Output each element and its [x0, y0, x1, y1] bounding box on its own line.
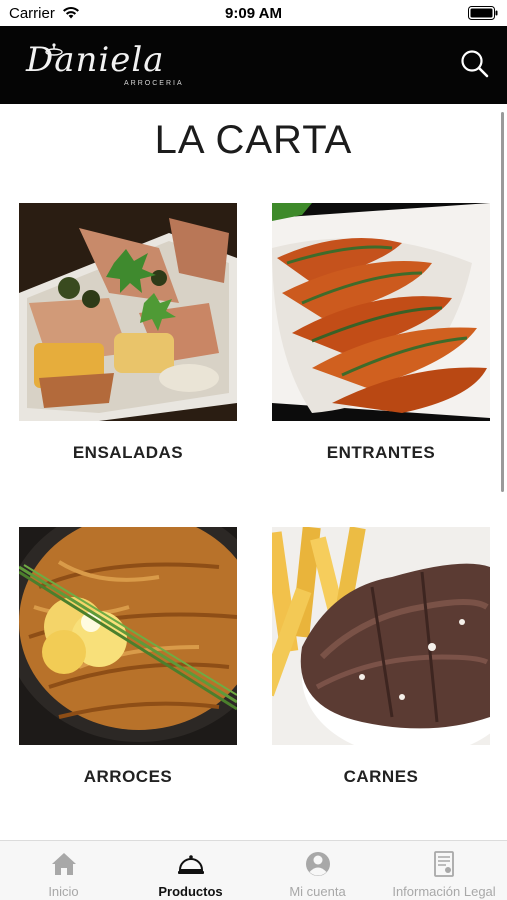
logo-subtitle: ARROCERIA — [124, 80, 184, 87]
cloche-icon — [177, 855, 204, 874]
home-icon — [51, 853, 76, 875]
tab-informacion-legal[interactable]: Información Legal — [381, 841, 507, 900]
tab-label: Productos — [158, 884, 223, 899]
category-label-ensaladas: ENSALADAS — [72, 443, 184, 462]
tab-mi-cuenta[interactable]: Mi cuenta — [254, 841, 381, 900]
tab-inicio[interactable]: Inicio — [0, 841, 127, 900]
logo-script: Daniela — [26, 40, 165, 80]
category-card-carnes[interactable]: CARNES — [272, 527, 490, 817]
category-card-ensaladas[interactable]: ENSALADAS — [19, 203, 237, 493]
scroll-indicator[interactable] — [501, 112, 504, 492]
salad-photo — [19, 203, 237, 421]
tab-label: Mi cuenta — [289, 884, 346, 899]
menu-content[interactable]: LA CARTA ENSALADAS ENTRANTES ARROCES CAR… — [0, 104, 507, 840]
legal-document-icon — [434, 851, 454, 877]
tab-productos[interactable]: Productos — [127, 841, 254, 900]
category-card-entrantes[interactable]: ENTRANTES — [272, 203, 490, 493]
status-bar: Carrier 9:09 AM — [0, 0, 507, 26]
steak-photo — [272, 527, 490, 745]
account-icon — [305, 852, 330, 876]
page-title: LA CARTA — [154, 118, 353, 162]
category-label-arroces: ARROCES — [83, 767, 173, 786]
category-label-carnes: CARNES — [343, 767, 419, 786]
category-card-arroces[interactable]: ARROCES — [19, 527, 237, 817]
paella-photo — [19, 527, 237, 745]
tab-label: Información Legal — [392, 884, 496, 899]
brand-logo[interactable]: Daniela ARROCERIA — [26, 38, 196, 94]
prawns-photo — [272, 203, 490, 421]
status-time: 9:09 AM — [225, 5, 282, 22]
app-header: Daniela ARROCERIA — [0, 26, 507, 104]
tab-label: Inicio — [48, 884, 79, 899]
battery-icon — [468, 6, 498, 20]
search-icon[interactable] — [457, 46, 493, 82]
category-label-entrantes: ENTRANTES — [326, 443, 436, 462]
tab-bar: Inicio Productos Mi cuenta Información L… — [0, 840, 507, 900]
